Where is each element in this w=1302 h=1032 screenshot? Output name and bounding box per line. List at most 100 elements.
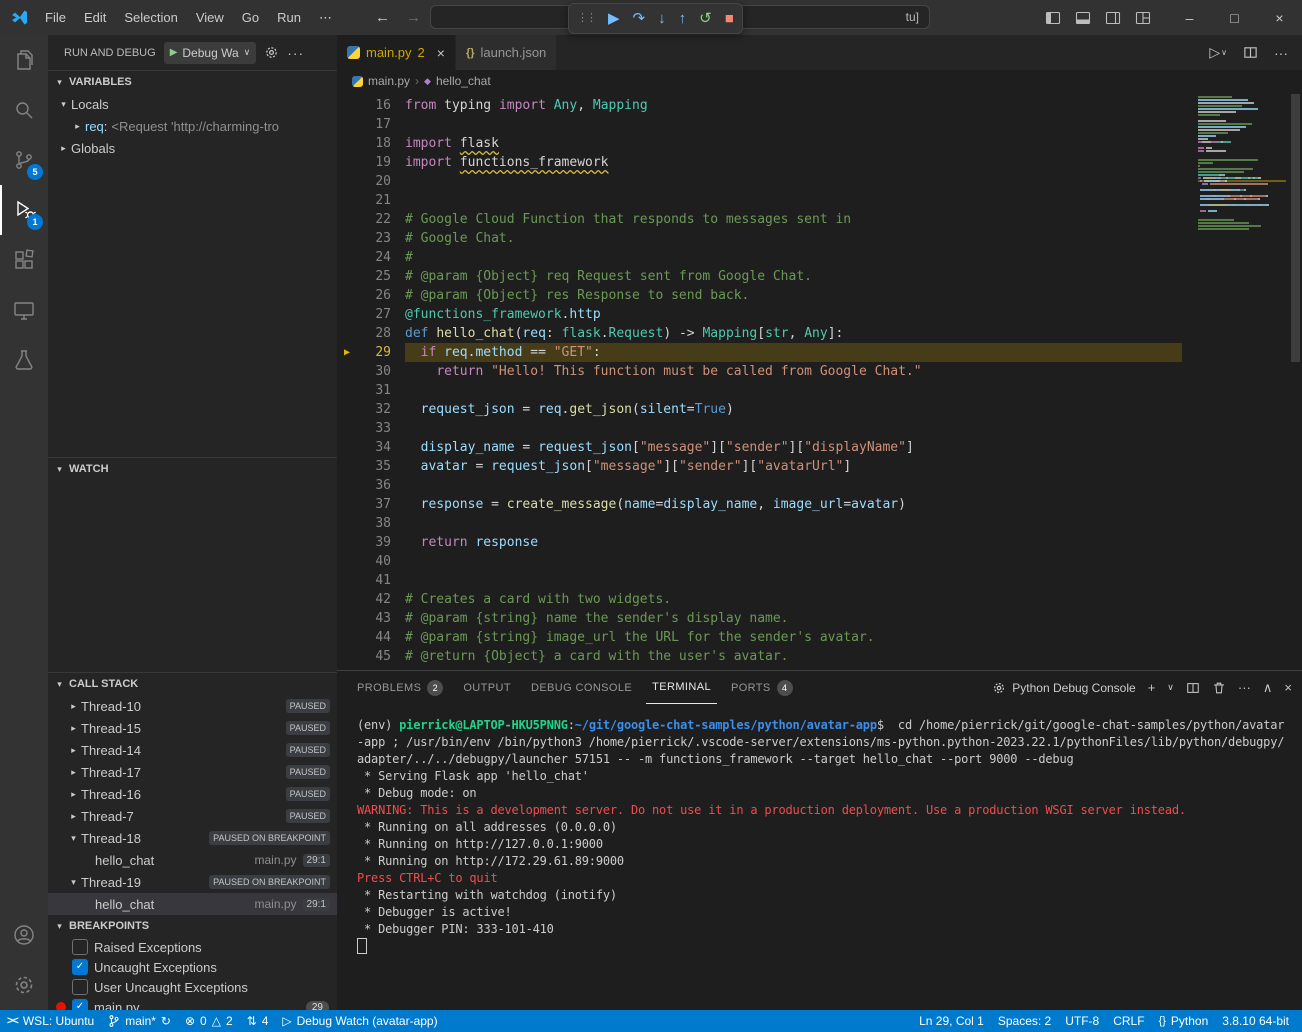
configure-launch-gear-icon[interactable] <box>264 45 279 60</box>
breakpoint-item[interactable]: User Uncaught Exceptions <box>48 977 337 997</box>
continue-icon[interactable]: ▶ <box>608 11 620 26</box>
code-line-38[interactable]: 38 <box>337 514 1182 533</box>
status-python[interactable]: {}Python <box>1152 1010 1216 1032</box>
status-crlf[interactable]: CRLF <box>1106 1010 1151 1032</box>
code-line-20[interactable]: 20 <box>337 172 1182 191</box>
customize-layout-icon[interactable] <box>1135 10 1151 26</box>
debug-session-status[interactable]: ▷ Debug Watch (avatar-app) <box>275 1010 444 1032</box>
breakpoint-checkbox[interactable] <box>72 939 88 955</box>
window-maximize-icon[interactable]: □ <box>1212 0 1257 35</box>
tab-launch-json[interactable]: {} launch.json <box>456 35 557 70</box>
breadcrumb-file[interactable]: main.py <box>368 74 410 88</box>
code-line-32[interactable]: 32 request_json = req.get_json(silent=Tr… <box>337 400 1182 419</box>
call-stack-frame[interactable]: hello_chatmain.py29:1 <box>48 893 337 914</box>
code-line-31[interactable]: 31 <box>337 381 1182 400</box>
new-terminal-icon[interactable]: + <box>1148 680 1156 695</box>
code-line-16[interactable]: 16from typing import Any, Mapping <box>337 96 1182 115</box>
variable-req[interactable]: ▸ req: <Request 'http://charming-tro <box>48 115 337 137</box>
views-more-icon[interactable]: ··· <box>287 45 304 61</box>
code-line-40[interactable]: 40 <box>337 552 1182 571</box>
forwarded-ports-status[interactable]: ⇅ 4 <box>240 1010 276 1032</box>
code-line-21[interactable]: 21 <box>337 191 1182 210</box>
menu-more-icon[interactable]: ⋯ <box>310 0 341 35</box>
minimap[interactable] <box>1198 96 1286 231</box>
panel-tab-output[interactable]: OUTPUT <box>457 671 517 704</box>
menu-selection[interactable]: Selection <box>115 0 186 35</box>
breadcrumb-symbol[interactable]: hello_chat <box>436 74 491 88</box>
call-stack-thread[interactable]: ▾Thread-18PAUSED ON BREAKPOINT <box>48 827 337 849</box>
menu-view[interactable]: View <box>187 0 233 35</box>
call-stack-thread[interactable]: ▸Thread-16PAUSED <box>48 783 337 805</box>
terminal-output[interactable]: (env) pierrick@LAPTOP-HKU5PNNG:~/git/goo… <box>357 717 1298 1008</box>
code-line-28[interactable]: 28def hello_chat(req: flask.Request) -> … <box>337 324 1182 343</box>
window-minimize-icon[interactable]: – <box>1167 0 1212 35</box>
window-close-icon[interactable]: × <box>1257 0 1302 35</box>
activity-explorer[interactable] <box>0 35 48 85</box>
toggle-panel-icon[interactable] <box>1075 10 1091 26</box>
watch-header[interactable]: ▾ WATCH <box>48 458 337 480</box>
call-stack-thread[interactable]: ▸Thread-17PAUSED <box>48 761 337 783</box>
activity-accounts[interactable] <box>0 910 48 960</box>
split-editor-icon[interactable] <box>1243 45 1258 60</box>
tab-main-py[interactable]: main.py 2 × <box>337 35 456 70</box>
status-spaces-2[interactable]: Spaces: 2 <box>991 1010 1058 1032</box>
panel-tab-debug-console[interactable]: DEBUG CONSOLE <box>525 671 638 704</box>
activity-extensions[interactable] <box>0 235 48 285</box>
activity-testing[interactable] <box>0 335 48 385</box>
problems-status[interactable]: ⊗ 0 △ 2 <box>178 1010 240 1032</box>
editor-scrollbar[interactable] <box>1291 94 1300 362</box>
breakpoint-checkbox[interactable]: ✓ <box>72 999 88 1010</box>
code-editor[interactable]: 16from typing import Any, Mapping1718imp… <box>337 92 1302 670</box>
call-stack-thread[interactable]: ▾Thread-19PAUSED ON BREAKPOINT <box>48 871 337 893</box>
call-stack-thread[interactable]: ▸Thread-14PAUSED <box>48 739 337 761</box>
code-line-44[interactable]: 44# @param {string} image_url the URL fo… <box>337 628 1182 647</box>
code-line-18[interactable]: 18import flask <box>337 134 1182 153</box>
status-utf-8[interactable]: UTF-8 <box>1058 1010 1106 1032</box>
kill-terminal-trash-icon[interactable] <box>1212 681 1226 695</box>
variables-scope-locals[interactable]: ▾ Locals <box>48 93 337 115</box>
step-into-icon[interactable]: ↓ <box>658 11 666 26</box>
split-terminal-icon[interactable] <box>1186 681 1200 695</box>
call-stack-frame[interactable]: hello_chatmain.py29:1 <box>48 849 337 871</box>
status-3-8-10-64-bit[interactable]: 3.8.10 64-bit <box>1215 1010 1296 1032</box>
terminal-dropdown-icon[interactable]: ∨ <box>1167 682 1174 693</box>
start-debugging-icon[interactable]: ▶ <box>170 47 178 58</box>
breakpoint-item[interactable]: ✓main.py29 <box>48 997 337 1010</box>
code-line-24[interactable]: 24# <box>337 248 1182 267</box>
activity-run-and-debug[interactable]: 1 <box>0 185 48 235</box>
code-line-22[interactable]: 22# Google Cloud Function that responds … <box>337 210 1182 229</box>
code-line-33[interactable]: 33 <box>337 419 1182 438</box>
variables-header[interactable]: ▾ VARIABLES <box>48 71 337 93</box>
call-stack-thread[interactable]: ▸Thread-15PAUSED <box>48 717 337 739</box>
code-line-41[interactable]: 41 <box>337 571 1182 590</box>
run-python-file-icon[interactable]: ▷∨ <box>1209 44 1227 61</box>
code-line-23[interactable]: 23# Google Chat. <box>337 229 1182 248</box>
toggle-secondary-sidebar-icon[interactable] <box>1105 10 1121 26</box>
code-line-27[interactable]: 27@functions_framework.http <box>337 305 1182 324</box>
remote-indicator[interactable]: >< WSL: Ubuntu <box>0 1010 101 1032</box>
menu-go[interactable]: Go <box>233 0 268 35</box>
maximize-panel-icon[interactable]: ∧ <box>1263 680 1273 696</box>
code-line-29[interactable]: ▶29 if req.method == "GET": <box>337 343 1182 362</box>
breakpoint-checkbox[interactable]: ✓ <box>72 959 88 975</box>
code-line-30[interactable]: 30 return "Hello! This function must be … <box>337 362 1182 381</box>
code-line-45[interactable]: 45# @return {Object} a card with the use… <box>337 647 1182 666</box>
variables-scope-globals[interactable]: ▸ Globals <box>48 137 337 159</box>
menu-edit[interactable]: Edit <box>75 0 115 35</box>
panel-more-icon[interactable]: ··· <box>1238 680 1251 695</box>
breakpoint-item[interactable]: Raised Exceptions <box>48 937 337 957</box>
panel-tab-problems[interactable]: PROBLEMS2 <box>351 671 449 704</box>
menu-run[interactable]: Run <box>268 0 310 35</box>
launch-config-select[interactable]: ▶ Debug Wa ∨ <box>164 42 257 64</box>
code-line-25[interactable]: 25# @param {Object} req Request sent fro… <box>337 267 1182 286</box>
stop-icon[interactable]: ■ <box>725 11 734 26</box>
code-line-26[interactable]: 26# @param {Object} res Response to send… <box>337 286 1182 305</box>
code-line-43[interactable]: 43# @param {string} name the sender's di… <box>337 609 1182 628</box>
close-panel-icon[interactable]: × <box>1284 680 1292 695</box>
breakpoint-item[interactable]: ✓Uncaught Exceptions <box>48 957 337 977</box>
code-line-19[interactable]: 19import functions_framework <box>337 153 1182 172</box>
panel-tab-terminal[interactable]: TERMINAL <box>646 671 717 704</box>
menu-file[interactable]: File <box>36 0 75 35</box>
code-line-35[interactable]: 35 avatar = request_json["message"]["sen… <box>337 457 1182 476</box>
activity-remote-explorer[interactable] <box>0 285 48 335</box>
